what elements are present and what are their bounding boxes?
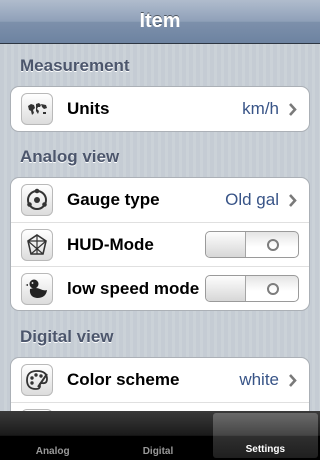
section-header-measurement: Measurement: [20, 56, 130, 75]
switch-knob: [206, 232, 246, 257]
group-analog: Gauge type Old gal HUD-Mode low speed mo…: [10, 177, 310, 311]
hud-mode-switch[interactable]: [205, 231, 299, 258]
tab-analog[interactable]: Analog: [0, 411, 105, 460]
chevron-right-icon: [285, 102, 299, 116]
color-scheme-value: white: [239, 370, 279, 389]
tab-label: Analog: [35, 446, 70, 457]
section-header-analog: Analog view: [20, 147, 120, 166]
group-digital: Color scheme white: [10, 357, 310, 411]
color-scheme-row[interactable]: Color scheme white: [11, 358, 309, 402]
hud-mode-label: HUD-Mode: [67, 234, 154, 254]
low-speed-mode-label: low speed mode: [67, 278, 200, 298]
low-speed-mode-switch[interactable]: [205, 275, 299, 302]
tab-digital[interactable]: Digital: [105, 411, 210, 460]
navigation-bar: Item: [0, 0, 320, 44]
off-indicator-icon: [267, 283, 279, 295]
page-title: Item: [139, 10, 181, 32]
tab-bar: Analog Digital Settings: [0, 411, 320, 460]
chevron-right-icon: [285, 193, 299, 207]
world-map-icon: [21, 93, 53, 125]
switch-knob: [206, 276, 246, 301]
low-speed-mode-row: low speed mode: [11, 266, 309, 310]
off-indicator-icon: [267, 239, 279, 251]
gauge-type-row[interactable]: Gauge type Old gal: [11, 178, 309, 222]
gauge-type-value: Old gal: [225, 190, 279, 209]
tab-settings[interactable]: Settings: [212, 413, 318, 458]
hud-glass-icon: [21, 229, 53, 261]
gauge-type-label: Gauge type: [67, 190, 160, 209]
chevron-right-icon: [285, 373, 299, 387]
group-measurement: Units km/h: [10, 86, 310, 132]
units-value: km/h: [242, 99, 279, 118]
color-scheme-label: Color scheme: [67, 370, 180, 389]
settings-list[interactable]: Measurement Units km/h Analog view Gauge…: [0, 44, 320, 411]
units-row[interactable]: Units km/h: [11, 87, 309, 131]
palette-icon: [21, 364, 53, 396]
partial-row[interactable]: [11, 402, 309, 411]
hud-mode-row: HUD-Mode: [11, 222, 309, 266]
tab-label: Digital: [142, 446, 174, 457]
section-header-digital: Digital view: [20, 327, 114, 346]
units-label: Units: [67, 99, 110, 118]
tab-label: Settings: [245, 444, 286, 455]
gauge-icon: [21, 184, 53, 216]
duck-icon: [21, 273, 53, 305]
